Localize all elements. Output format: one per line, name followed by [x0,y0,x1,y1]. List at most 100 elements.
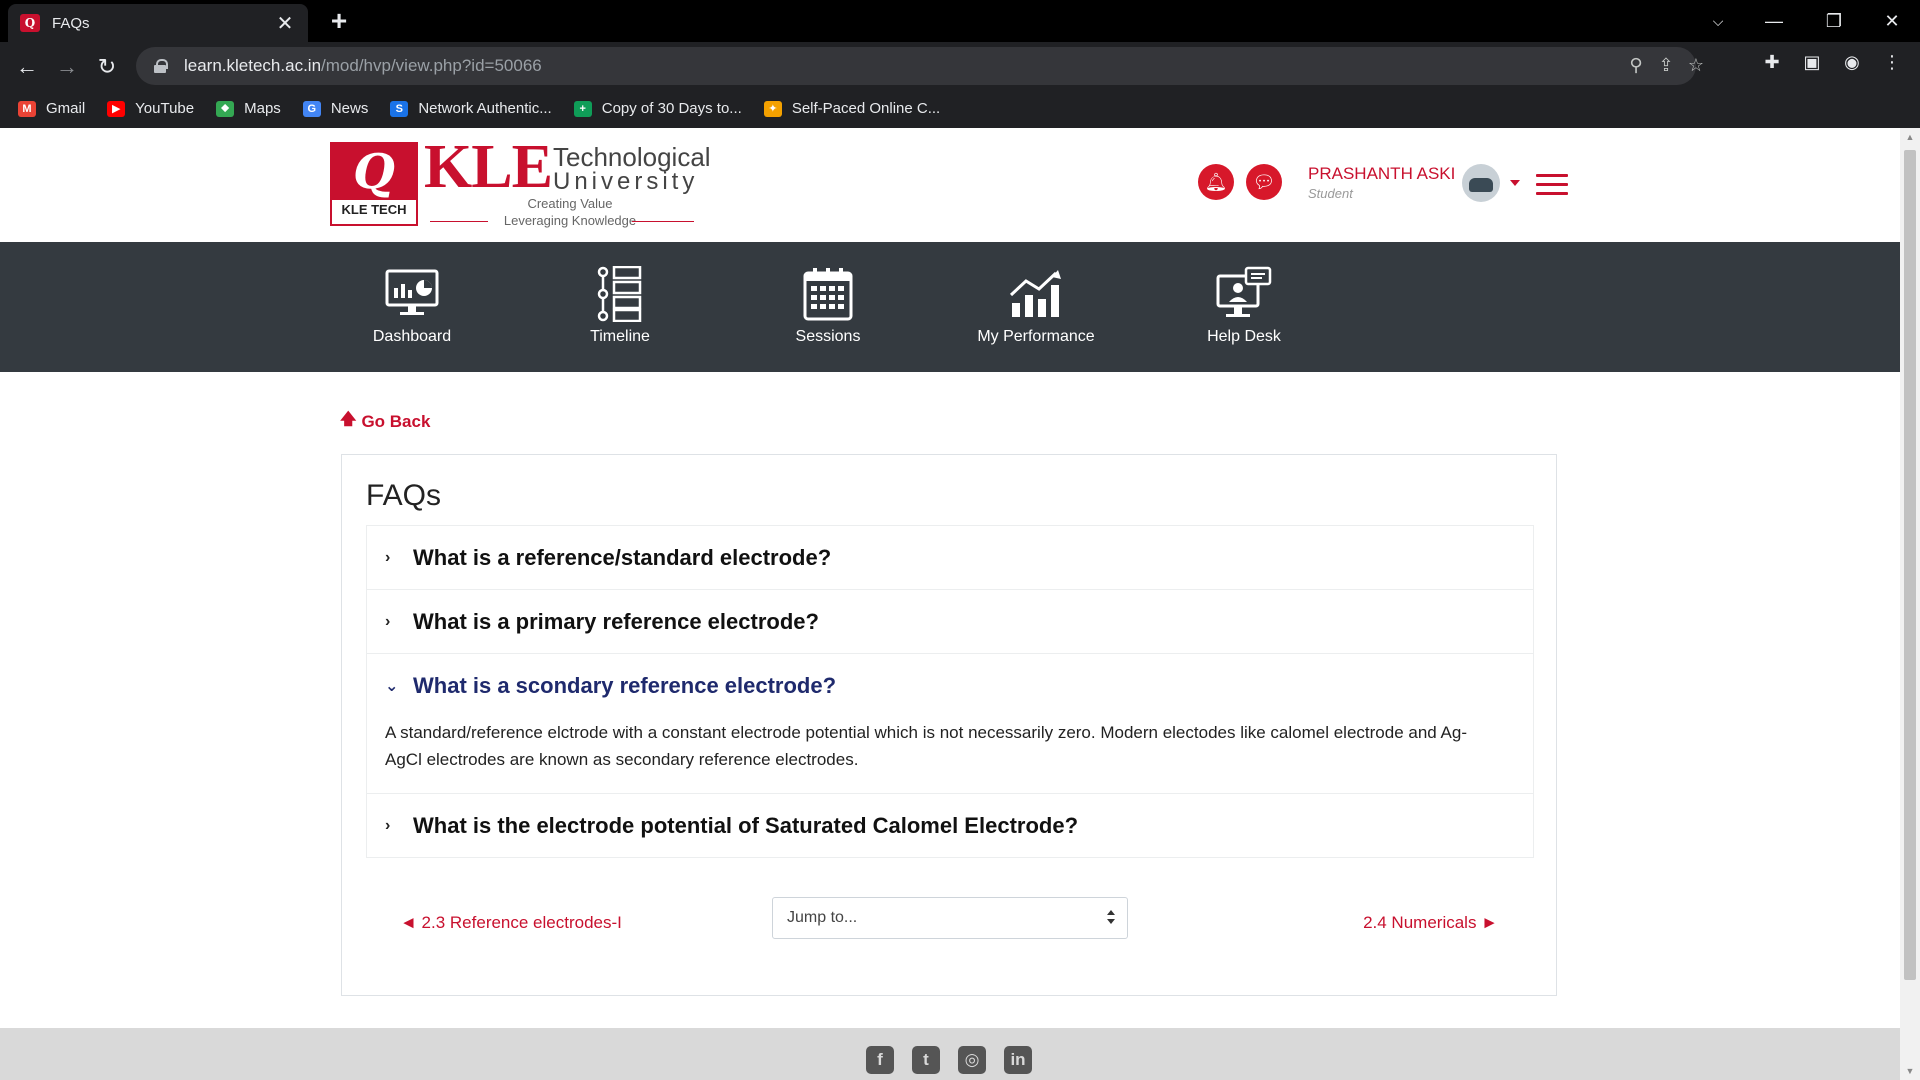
address-bar[interactable]: learn.kletech.ac.in/mod/hvp/view.php?id=… [136,47,1704,85]
browser-menu-icon[interactable]: ⋮ [1878,52,1906,80]
notifications-bell-icon[interactable]: 🔔︎ [1198,164,1234,200]
user-menu-caret-icon[interactable] [1510,180,1520,186]
nav-my-performance[interactable]: My Performance [932,242,1140,372]
faq-question-toggle[interactable]: › What is a reference/standard electrode… [367,526,1533,589]
faq-item-expanded: ⌄ What is a scondary reference electrode… [367,654,1533,794]
bookmark-label: News [330,100,369,117]
messages-chat-icon[interactable]: 💬︎ [1246,164,1282,200]
site-footer: f t ◎ in [0,1028,1900,1080]
bookmark-label: YouTube [135,100,195,117]
faq-item: › What is the electrode potential of Sat… [367,794,1533,857]
nav-label: Dashboard [372,328,452,345]
scroll-thumb[interactable] [1904,150,1916,980]
bookmark-network[interactable]: S Network Authentic... [390,100,552,117]
youtube-icon: ▶ [107,100,126,117]
bookmark-label: Maps [244,100,281,117]
jump-to-value: Jump to... [787,909,858,926]
faq-question-toggle[interactable]: › What is the electrode potential of Sat… [367,794,1533,857]
faq-item: › What is a reference/standard electrode… [367,526,1533,590]
close-tab-icon[interactable]: ✕ [274,11,296,36]
chevron-down-icon: ⌄ [385,677,399,695]
tab-title: FAQs [52,14,90,32]
tab-search-icon[interactable]: ⌵ [1690,0,1746,42]
minimize-window-icon[interactable]: — [1746,0,1802,42]
go-back-link[interactable]: 🡅 Go Back [340,408,430,435]
main-navigation: Dashboard Timeline Sessions My Performan… [0,242,1900,372]
page-scrollbar[interactable]: ▲ ▼ [1900,128,1920,1080]
previous-activity-link[interactable]: ◄ 2.3 Reference electrodes-I [400,913,622,933]
faq-answer: A standard/reference elctrode with a con… [385,723,1467,769]
dashboard-icon [384,266,440,322]
bookmark-label: Copy of 30 Days to... [601,100,742,117]
extensions-icon[interactable]: ✚ [1758,52,1786,80]
hamburger-menu-icon[interactable] [1536,174,1568,196]
faq-question: What is a reference/standard electrode? [413,544,832,570]
chevron-right-icon: › [385,612,391,630]
arrow-up-icon: 🡅 [340,411,357,428]
restore-window-icon[interactable]: ❐ [1806,0,1862,42]
reload-icon[interactable]: ↻ [90,50,124,84]
zoom-icon[interactable]: ⚲ [1624,55,1648,76]
bookmark-news[interactable]: G News [302,100,369,117]
bookmark-sheets[interactable]: + Copy of 30 Days to... [573,100,742,117]
tagline-divider [430,221,488,222]
side-panel-icon[interactable]: ▣ [1798,52,1826,80]
select-arrows-icon [1107,910,1115,926]
site-header: Q KLE TECH KLE Technological University … [0,128,1900,242]
logo-emblem-icon: Q [332,144,416,200]
sheets-icon: + [573,100,592,117]
next-activity-link[interactable]: 2.4 Numericals ► [1363,913,1498,933]
helpdesk-icon [1216,266,1272,322]
nav-dashboard[interactable]: Dashboard [308,242,516,372]
bookmark-gmail[interactable]: M Gmail [18,100,85,117]
close-window-icon[interactable]: ✕ [1864,0,1920,42]
nav-sessions[interactable]: Sessions [724,242,932,372]
chevron-right-icon: › [385,816,391,834]
performance-chart-icon [1008,266,1064,322]
logo-tagline-1: Creating Value [527,196,613,211]
jump-to-select[interactable]: Jump to... [772,897,1128,939]
nav-help-desk[interactable]: Help Desk [1140,242,1348,372]
calendar-icon [800,266,856,322]
network-icon: S [390,100,409,117]
facebook-icon[interactable]: f [866,1046,894,1074]
bookmark-star-icon[interactable]: ☆ [1684,55,1708,76]
chevron-right-icon: › [385,548,391,566]
nav-timeline[interactable]: Timeline [516,242,724,372]
kle-logo-badge[interactable]: Q KLE TECH [330,142,418,226]
user-name[interactable]: PRASHANTH ASKI [1308,164,1455,184]
back-arrow-icon[interactable]: ← [10,50,44,84]
faq-question: What is a scondary reference electrode? [413,672,837,698]
url-path: /mod/hvp/view.php?id=50066 [321,56,542,75]
bookmark-label: Self-Paced Online C... [791,100,941,117]
share-icon[interactable]: ⇪ [1654,55,1678,76]
bookmark-label: Gmail [46,100,86,117]
faq-question: What is a primary reference electrode? [413,608,819,634]
profile-avatar-icon[interactable]: ◉ [1838,52,1866,80]
faq-accordion: › What is a reference/standard electrode… [366,525,1534,858]
scroll-up-icon[interactable]: ▲ [1900,128,1920,146]
gmail-icon: M [18,100,36,117]
twitter-icon[interactable]: t [912,1046,940,1074]
browser-toolbar: ← → ↻ learn.kletech.ac.in/mod/hvp/view.p… [0,42,1920,89]
bookmarks-bar: M Gmail ▶ YouTube ⬥ Maps G News S Networ… [0,89,1920,128]
faq-question: What is the electrode potential of Satur… [413,812,1079,838]
faq-question-toggle[interactable]: ⌄ What is a scondary reference electrode… [367,654,1533,717]
browser-tab[interactable]: Q FAQs ✕ [8,4,308,42]
go-back-label: Go Back [361,411,431,431]
forward-arrow-icon[interactable]: → [50,50,84,84]
bookmark-maps[interactable]: ⬥ Maps [216,100,281,117]
instagram-icon[interactable]: ◎ [958,1046,986,1074]
faq-card: FAQs › What is a reference/standard elec… [341,454,1557,996]
nav-label: My Performance [977,328,1095,345]
bookmark-youtube[interactable]: ▶ YouTube [107,100,194,117]
user-avatar[interactable] [1462,164,1500,202]
bookmark-course[interactable]: ✦ Self-Paced Online C... [763,100,941,117]
timeline-icon [592,266,648,322]
linkedin-icon[interactable]: in [1004,1046,1032,1074]
nav-label: Timeline [590,328,650,345]
new-tab-button[interactable]: + [324,6,354,36]
scroll-down-icon[interactable]: ▼ [1900,1062,1920,1080]
faq-question-toggle[interactable]: › What is a primary reference electrode? [367,590,1533,653]
site-favicon-icon: Q [20,14,40,32]
